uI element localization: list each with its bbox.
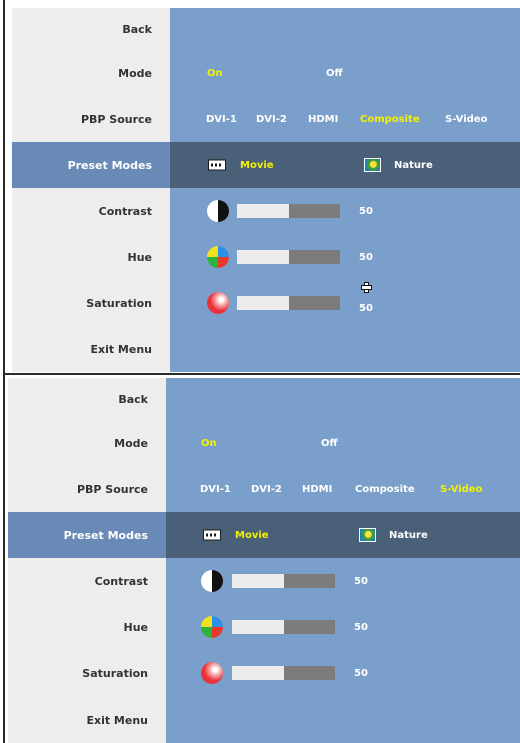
hue-slider[interactable] [237, 250, 340, 264]
menu-row-hue[interactable]: Hue 50 [12, 234, 520, 280]
menu-row-saturation[interactable]: Saturation 50 [8, 650, 520, 696]
menu-row-mode[interactable]: Mode On Off [8, 420, 520, 466]
menu-row-contrast[interactable]: Contrast 50 [12, 188, 520, 234]
menu-row-exit[interactable]: Exit Menu [8, 697, 520, 743]
hue-value: 50 [359, 251, 373, 263]
preset-modes-label: Preset Modes [12, 142, 170, 188]
contrast-slider[interactable] [237, 204, 340, 218]
saturation-slider-fill [232, 666, 284, 680]
menu-row-saturation[interactable]: Saturation 50 [12, 280, 520, 326]
osd-menu-screen-2: Back Mode On Off PBP Source DVI-1 DVI-2 … [8, 378, 520, 743]
contrast-label: Contrast [98, 204, 152, 218]
menu-row-hue[interactable]: Hue 50 [8, 604, 520, 650]
mode-label: Mode [114, 436, 148, 450]
saturation-slider[interactable] [237, 296, 340, 310]
mode-option-off[interactable]: Off [326, 50, 343, 96]
contrast-label: Contrast [94, 574, 148, 588]
hue-label: Hue [123, 620, 149, 634]
menu-row-preset-modes[interactable]: Preset Modes Movie Nature [12, 142, 520, 188]
preset-option-movie[interactable]: Movie [240, 142, 274, 188]
mode-label: Mode [118, 66, 152, 80]
menu-row-exit[interactable]: Exit Menu [12, 326, 520, 372]
menu-row-back[interactable]: Back [8, 378, 520, 420]
pbp-source-option-s-video[interactable]: S-Video [445, 96, 487, 142]
back-label: Back [122, 22, 152, 36]
movie-icon [203, 529, 221, 541]
exit-menu-label: Exit Menu [86, 713, 148, 727]
hue-icon [201, 616, 223, 638]
hue-value: 50 [354, 621, 368, 633]
contrast-icon [207, 200, 229, 222]
preset-option-nature[interactable]: Nature [389, 512, 428, 558]
pbp-source-option-composite[interactable]: Composite [360, 96, 420, 142]
preset-option-nature[interactable]: Nature [394, 142, 433, 188]
osd-menu-screen-1: Back Mode On Off PBP Source DVI-1 DVI-2 … [12, 8, 520, 372]
pbp-source-option-dvi-1[interactable]: DVI-1 [200, 466, 231, 512]
saturation-label: Saturation [86, 296, 152, 310]
contrast-slider[interactable] [232, 574, 335, 588]
pbp-source-option-hdmi[interactable]: HDMI [302, 466, 332, 512]
nature-icon [364, 158, 381, 172]
hue-slider-fill [232, 620, 284, 634]
preset-modes-label: Preset Modes [8, 512, 166, 558]
saturation-icon [207, 292, 229, 314]
menu-row-contrast[interactable]: Contrast 50 [8, 558, 520, 604]
pbp-source-option-composite[interactable]: Composite [355, 466, 415, 512]
pbp-source-option-s-video[interactable]: S-Video [440, 466, 482, 512]
hue-slider[interactable] [232, 620, 335, 634]
menu-row-pbp-source[interactable]: PBP Source DVI-1 DVI-2 HDMI Composite S-… [12, 96, 520, 142]
contrast-slider-fill [232, 574, 284, 588]
pbp-source-option-hdmi[interactable]: HDMI [308, 96, 338, 142]
saturation-label: Saturation [82, 666, 148, 680]
mode-option-on[interactable]: On [207, 50, 223, 96]
contrast-slider-fill [237, 204, 289, 218]
saturation-slider-fill [237, 296, 289, 310]
pbp-source-option-dvi-1[interactable]: DVI-1 [206, 96, 237, 142]
contrast-icon [201, 570, 223, 592]
crosshair-cursor-icon [361, 282, 372, 293]
menu-row-back[interactable]: Back [12, 8, 520, 50]
pbp-source-option-dvi-2[interactable]: DVI-2 [251, 466, 282, 512]
menu-row-preset-modes[interactable]: Preset Modes Movie Nature [8, 512, 520, 558]
nature-icon [359, 528, 376, 542]
saturation-slider[interactable] [232, 666, 335, 680]
mode-option-off[interactable]: Off [321, 420, 338, 466]
contrast-value: 50 [354, 575, 368, 587]
hue-label: Hue [127, 250, 153, 264]
movie-icon [208, 159, 226, 171]
menu-row-pbp-source[interactable]: PBP Source DVI-1 DVI-2 HDMI Composite S-… [8, 466, 520, 512]
hue-icon [207, 246, 229, 268]
saturation-value: 50 [354, 667, 368, 679]
preset-option-movie[interactable]: Movie [235, 512, 269, 558]
back-label: Back [118, 392, 148, 406]
pbp-source-label: PBP Source [76, 482, 148, 496]
pbp-source-option-dvi-2[interactable]: DVI-2 [256, 96, 287, 142]
exit-menu-label: Exit Menu [90, 342, 152, 356]
hue-slider-fill [237, 250, 289, 264]
saturation-icon [201, 662, 223, 684]
saturation-value: 50 [359, 302, 373, 314]
contrast-value: 50 [359, 205, 373, 217]
mode-option-on[interactable]: On [201, 420, 217, 466]
pbp-source-label: PBP Source [80, 112, 152, 126]
menu-row-mode[interactable]: Mode On Off [12, 50, 520, 96]
